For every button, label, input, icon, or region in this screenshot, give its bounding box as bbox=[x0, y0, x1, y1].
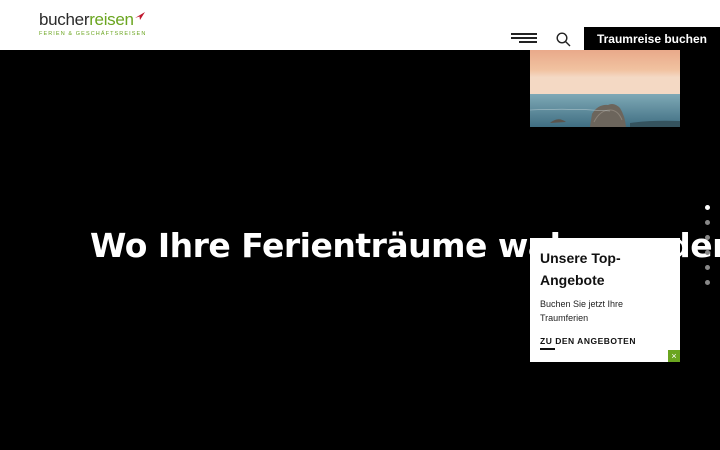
search-icon[interactable] bbox=[556, 32, 571, 47]
promo-card-title: Unsere Top-Angebote bbox=[540, 250, 621, 288]
hero-thumbnail-image[interactable] bbox=[530, 50, 680, 127]
slider-dot[interactable] bbox=[705, 220, 710, 225]
slider-dot[interactable] bbox=[705, 265, 710, 270]
logo-word-bucher: bucher bbox=[39, 10, 90, 29]
logo-arrow-icon bbox=[134, 12, 145, 20]
slider-dot[interactable] bbox=[705, 250, 710, 255]
slider-dot[interactable] bbox=[705, 235, 710, 240]
logo-word-reisen: reisen bbox=[89, 10, 134, 29]
book-dream-trip-button[interactable]: Traumreise buchen bbox=[584, 27, 720, 50]
site-header: bucher reisen FERIEN & GESCHÄFTSREISEN Tr… bbox=[0, 0, 720, 50]
slider-dot[interactable] bbox=[705, 280, 710, 285]
logo-tagline: FERIEN & GESCHÄFTSREISEN bbox=[39, 31, 147, 37]
promo-link-underline bbox=[540, 348, 555, 350]
close-icon[interactable]: × bbox=[668, 350, 680, 362]
slider-dot[interactable] bbox=[705, 205, 710, 210]
bucherreisen-logo[interactable]: bucher reisen FERIEN & GESCHÄFTSREISEN bbox=[39, 11, 147, 38]
hamburger-menu-icon[interactable] bbox=[511, 33, 537, 45]
slider-pagination bbox=[705, 205, 711, 295]
promo-card: Unsere Top-Angebote Buchen Sie jetzt Ihr… bbox=[530, 238, 680, 362]
promo-card-subtitle: Buchen Sie jetzt Ihre Traumferien bbox=[540, 299, 624, 323]
promo-card-link[interactable]: ZU DEN ANGEBOTEN bbox=[540, 336, 636, 346]
logo-wordmark: bucher reisen bbox=[39, 11, 146, 29]
